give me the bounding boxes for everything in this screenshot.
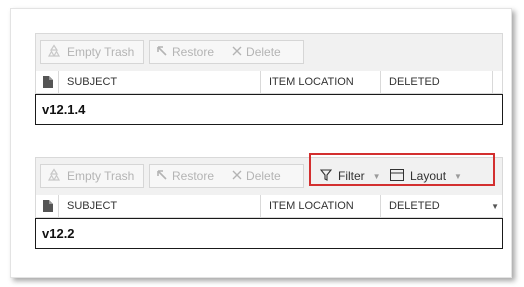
x-icon [232,45,242,59]
column-deleted[interactable]: DELETED [380,71,499,93]
recycle-bin-panel-v12-2: Empty Trash Restore Delete Filter ▼ Layo… [35,153,503,249]
recycle-icon [47,167,61,185]
column-deleted[interactable]: DELETED ▼ [380,195,499,217]
document-icon [40,71,56,93]
restore-button[interactable]: Restore [172,45,214,59]
x-icon [232,169,242,183]
layout-icon [390,168,404,184]
version-label: v12.2 [35,218,503,249]
restore-delete-group: Restore Delete [149,164,304,188]
empty-trash-button[interactable]: Empty Trash [40,164,144,188]
layout-button[interactable]: Layout ▼ [390,164,462,188]
delete-button[interactable]: Delete [246,169,281,183]
column-header: SUBJECT ITEM LOCATION DELETED [35,71,503,94]
filter-button[interactable]: Filter ▼ [319,164,381,188]
empty-trash-label: Empty Trash [67,45,135,59]
column-item-location[interactable]: ITEM LOCATION [260,195,354,217]
caret-down-icon: ▼ [454,171,462,181]
layout-label: Layout [410,169,447,183]
delete-button[interactable]: Delete [246,45,281,59]
toolbar: Empty Trash Restore Delete Filter ▼ Layo… [35,153,503,195]
column-item-location[interactable]: ITEM LOCATION [260,71,354,93]
recycle-icon [47,43,61,61]
column-header: SUBJECT ITEM LOCATION DELETED ▼ [35,195,503,218]
restore-arrow-icon [156,45,168,60]
empty-trash-button[interactable]: Empty Trash [40,40,144,64]
toolbar: Empty Trash Restore Delete [35,33,503,71]
recycle-bin-panel-v12-1-4: Empty Trash Restore Delete SUBJECT ITEM … [35,33,503,125]
funnel-icon [319,168,333,184]
restore-delete-group: Restore Delete [149,40,304,64]
restore-arrow-icon [156,169,168,184]
sort-desc-icon[interactable]: ▼ [491,202,499,211]
filter-label: Filter [338,169,365,183]
restore-button[interactable]: Restore [172,169,214,183]
caret-down-icon: ▼ [372,171,381,181]
document-icon [40,195,56,217]
column-subject[interactable]: SUBJECT [58,71,117,93]
version-label: v12.1.4 [35,94,503,125]
screenshot-frame: Empty Trash Restore Delete SUBJECT ITEM … [10,8,512,278]
empty-trash-label: Empty Trash [67,169,135,183]
column-subject[interactable]: SUBJECT [58,195,117,217]
